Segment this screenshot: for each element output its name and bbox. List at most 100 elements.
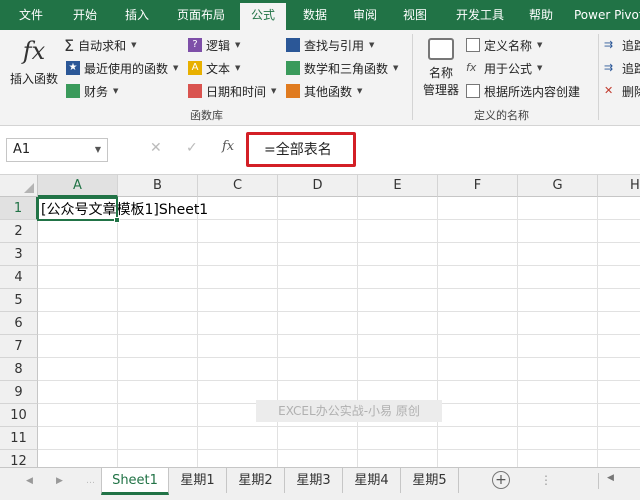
insert-function-icon[interactable]: fx	[222, 139, 234, 154]
sheet-tab-day5[interactable]: 星期5	[401, 468, 459, 493]
defined-names-label: 定义的名称	[474, 109, 529, 122]
sheet-tab-day1[interactable]: 星期1	[169, 468, 227, 493]
more-functions-icon	[286, 84, 300, 98]
row-header-6[interactable]: 6	[0, 312, 38, 335]
chevron-down-icon: ▼	[357, 87, 363, 95]
row-header-2[interactable]: 2	[0, 220, 38, 243]
math-icon	[286, 61, 300, 75]
math-trig-button[interactable]: 数学和三角函数 ▼	[286, 58, 398, 78]
row-header-10[interactable]: 10	[0, 404, 38, 427]
calendar-icon	[188, 84, 202, 98]
chevron-down-icon: ▼	[271, 87, 277, 95]
more-functions-button[interactable]: 其他函数 ▼	[286, 81, 362, 101]
row-header-5[interactable]: 5	[0, 289, 38, 312]
tab-help[interactable]: 帮助	[518, 0, 564, 30]
chevron-down-icon: ▼	[235, 41, 241, 49]
add-sheet-button[interactable]: +	[492, 471, 510, 489]
insert-function-label: 插入函数	[9, 72, 58, 86]
row-header-9[interactable]: 9	[0, 381, 38, 404]
sheet-tab-day2[interactable]: 星期2	[227, 468, 285, 493]
remove-arrows-icon: ✕	[604, 84, 614, 97]
row-header-7[interactable]: 7	[0, 335, 38, 358]
sheet-tab-sheet1[interactable]: Sheet1	[101, 468, 169, 495]
column-header-f[interactable]: F	[438, 175, 518, 197]
trace-dependents-button[interactable]: ⇉ 追踪	[604, 58, 640, 78]
financial-button[interactable]: 财务 ▼	[66, 81, 118, 101]
tab-power-pivot[interactable]: Power Pivot	[574, 0, 640, 30]
name-manager-button[interactable]: 名称 管理器	[418, 38, 464, 100]
star-icon: ★	[66, 61, 80, 75]
lookup-icon	[286, 38, 300, 52]
tab-insert[interactable]: 插入	[114, 0, 160, 30]
cancel-icon[interactable]: ✕	[150, 140, 162, 156]
text-button[interactable]: A 文本 ▼	[188, 58, 240, 78]
trace-precedents-button[interactable]: ⇉ 追踪	[604, 35, 640, 55]
define-name-button[interactable]: 定义名称 ▼	[466, 35, 542, 55]
column-header-c[interactable]: C	[198, 175, 278, 197]
worksheet-grid[interactable]: A B C D E F G H 1 2 3 4 5 6 7 8 9 10 11 …	[0, 175, 640, 467]
chevron-down-icon: ▼	[173, 64, 179, 72]
chevron-down-icon: ▼	[393, 64, 399, 72]
scroll-left-arrow-icon[interactable]: ◀	[607, 473, 614, 483]
use-in-formula-button[interactable]: fx 用于公式 ▼	[466, 58, 542, 78]
trace-arrow-icon: ⇉	[604, 61, 614, 74]
column-header-b[interactable]: B	[118, 175, 198, 197]
chevron-down-icon[interactable]: ▼	[95, 139, 101, 161]
name-manager-icon	[428, 38, 454, 60]
chevron-down-icon: ▼	[537, 64, 543, 72]
recently-used-button[interactable]: ★ 最近使用的函数 ▼	[66, 58, 178, 78]
formula-bar: A1 ▼ ✕ ✓ fx =全部表名	[0, 127, 640, 175]
column-header-e[interactable]: E	[358, 175, 438, 197]
sheet-tab-bar: ◀ ▶ … Sheet1 星期1 星期2 星期3 星期4 星期5 + ⋮ ◀	[0, 467, 640, 500]
column-header-a[interactable]: A	[38, 175, 118, 197]
chevron-down-icon: ▼	[369, 41, 375, 49]
trace-arrow-icon: ⇉	[604, 38, 614, 51]
more-options-icon[interactable]: ⋮	[540, 473, 552, 487]
horizontal-scrollbar[interactable]: ◀	[598, 473, 640, 489]
column-header-g[interactable]: G	[518, 175, 598, 197]
tab-file[interactable]: 文件	[8, 0, 54, 30]
fill-handle[interactable]	[114, 217, 120, 223]
autosum-button[interactable]: Σ 自动求和 ▼	[64, 35, 137, 55]
row-header-3[interactable]: 3	[0, 243, 38, 266]
scroll-left-icon[interactable]: ◀	[26, 476, 33, 486]
tab-home[interactable]: 开始	[62, 0, 108, 30]
watermark: EXCEL办公实战-小易 原创	[256, 400, 442, 422]
chevron-down-icon: ▼	[131, 41, 137, 49]
remove-arrows-button[interactable]: ✕ 删除	[604, 81, 640, 101]
fx-small-icon: fx	[466, 61, 477, 74]
tab-developer[interactable]: 开发工具	[448, 0, 512, 30]
financial-icon	[66, 84, 80, 98]
row-header-8[interactable]: 8	[0, 358, 38, 381]
cell-area[interactable]	[38, 197, 640, 467]
tab-page-layout[interactable]: 页面布局	[166, 0, 236, 30]
sheet-tab-day4[interactable]: 星期4	[343, 468, 401, 493]
lookup-reference-button[interactable]: 查找与引用 ▼	[286, 35, 374, 55]
grid-icon	[466, 84, 480, 98]
select-all-button[interactable]	[0, 175, 38, 197]
sheet-tab-day3[interactable]: 星期3	[285, 468, 343, 493]
enter-icon[interactable]: ✓	[186, 140, 198, 156]
tab-review[interactable]: 审阅	[342, 0, 388, 30]
column-header-h[interactable]: H	[598, 175, 640, 197]
group-separator	[412, 34, 413, 120]
create-from-selection-button[interactable]: 根据所选内容创建	[466, 81, 580, 101]
more-sheets-icon[interactable]: …	[86, 476, 95, 486]
tab-formulas[interactable]: 公式	[240, 3, 286, 30]
row-header-11[interactable]: 11	[0, 427, 38, 450]
scroll-right-icon[interactable]: ▶	[56, 476, 63, 486]
name-box[interactable]: A1 ▼	[6, 138, 108, 162]
tag-icon	[466, 38, 480, 52]
logical-button[interactable]: ? 逻辑 ▼	[188, 35, 240, 55]
row-header-12[interactable]: 12	[0, 450, 38, 467]
tab-view[interactable]: 视图	[392, 0, 438, 30]
chevron-down-icon: ▼	[113, 87, 119, 95]
ribbon-tab-bar: 文件 开始 插入 页面布局 公式 数据 审阅 视图 开发工具 帮助 Power …	[0, 0, 640, 30]
active-cell-a1[interactable]	[37, 197, 118, 221]
insert-function-button[interactable]: fx 插入函数	[6, 36, 62, 102]
column-header-d[interactable]: D	[278, 175, 358, 197]
row-header-4[interactable]: 4	[0, 266, 38, 289]
tab-data[interactable]: 数据	[292, 0, 338, 30]
row-header-1[interactable]: 1	[0, 197, 38, 220]
date-time-button[interactable]: 日期和时间 ▼	[188, 81, 276, 101]
